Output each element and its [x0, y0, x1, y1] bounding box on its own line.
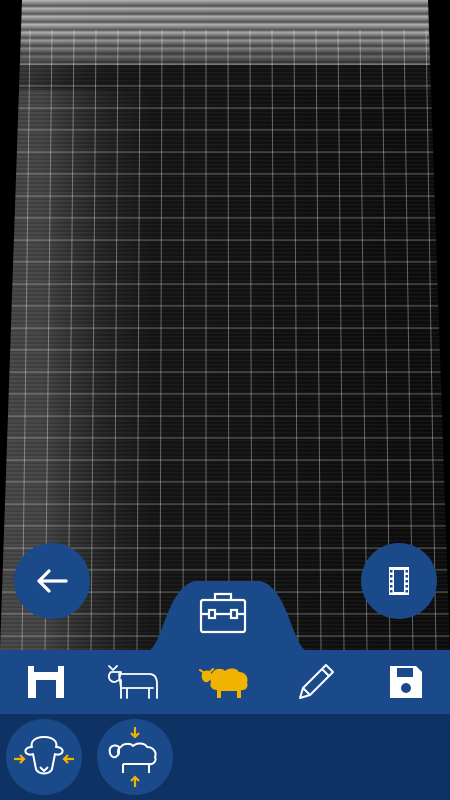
arrow-left-icon: [37, 569, 68, 593]
toolbar-item-save[interactable]: [376, 656, 436, 708]
pencil-icon: [299, 664, 334, 699]
scan-right-edge: [428, 0, 450, 650]
sheep-icon: [199, 668, 248, 698]
sheep-height-button[interactable]: [97, 719, 173, 795]
toolbox-tab[interactable]: [145, 578, 310, 652]
sheep-height-icon: [108, 727, 157, 787]
sheep-head-width-button[interactable]: [6, 719, 82, 795]
save-icon: [390, 666, 422, 698]
toolbar-item-pencil[interactable]: [286, 656, 346, 708]
cow-icon: [108, 665, 158, 699]
toolbar-item-sheep[interactable]: [195, 656, 255, 708]
caliper-icon: [28, 666, 64, 698]
video-button[interactable]: [361, 543, 437, 619]
scan-left-edge: [0, 0, 22, 650]
toolbar-item-caliper[interactable]: [16, 656, 76, 708]
back-button[interactable]: [14, 543, 90, 619]
toolbar-item-cow[interactable]: [103, 656, 163, 708]
sheep-head-width-icon: [14, 736, 74, 775]
film-icon: [389, 567, 409, 595]
